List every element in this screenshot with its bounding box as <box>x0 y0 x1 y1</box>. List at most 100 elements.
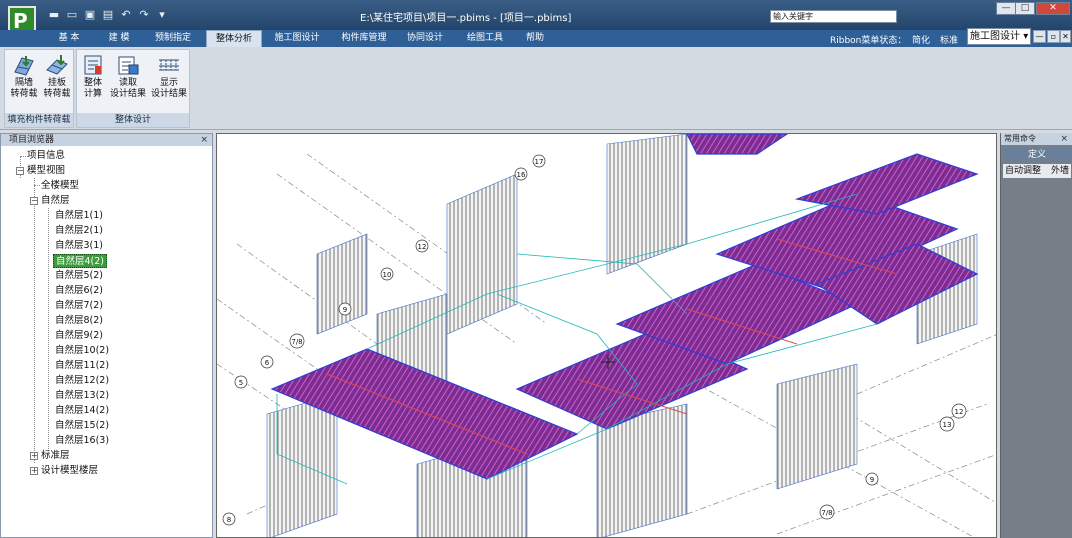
compute-icon <box>84 55 102 75</box>
close-icon[interactable]: × <box>1060 133 1068 145</box>
collapse-icon[interactable]: − <box>30 197 38 205</box>
tree-node-model-view[interactable]: 模型视图 <box>27 164 65 178</box>
tab-component-library[interactable]: 构件库管理 <box>336 30 392 47</box>
collapse-icon[interactable]: − <box>16 167 24 175</box>
group-fill-load: 隔墙 转荷载 挂板 转荷载 填充构件转荷载 <box>4 49 74 128</box>
minimize-button[interactable]: — <box>996 2 1016 15</box>
compute-button[interactable]: 整体 计算 <box>79 54 107 100</box>
tab-modeling[interactable]: 建 模 <box>100 30 138 47</box>
tree-node-full-model[interactable]: 全楼模型 <box>41 179 79 193</box>
axis-bubble: 6 <box>260 355 274 369</box>
tab-help[interactable]: 帮助 <box>518 30 552 47</box>
ribbon-standard-option[interactable]: 标准 <box>940 33 958 46</box>
wall-load-label1: 隔墙 <box>14 78 33 88</box>
wall-load-icon <box>14 56 34 76</box>
panel-load-icon <box>46 55 68 75</box>
tree-node-floor[interactable]: 自然层9(2) <box>55 329 103 343</box>
axis-label: 9 <box>343 306 347 314</box>
group-overall-design: 整体 计算 读取 设计结果 显示 设计结果 整体设计 <box>76 49 190 128</box>
ribbon-minimize-button[interactable]: — <box>1033 30 1046 43</box>
axis-bubble: 9 <box>865 472 879 486</box>
tree-node-floor[interactable]: 自然层6(2) <box>55 284 103 298</box>
axis-label: 17 <box>535 158 544 166</box>
open-icon[interactable]: ▭ <box>66 9 78 21</box>
wall-load-button[interactable]: 隔墙 转荷载 <box>8 54 40 100</box>
project-browser-title: 项目浏览器 <box>9 135 55 145</box>
exterior-wall-command[interactable]: 外墙 <box>1051 164 1069 178</box>
tree-node-floor[interactable]: 自然层13(2) <box>55 389 109 403</box>
ribbon-restore-button[interactable]: ▫ <box>1047 30 1060 43</box>
expand-icon[interactable]: + <box>30 452 38 460</box>
tab-construction-drawing[interactable]: 施工图设计 <box>266 30 328 47</box>
tree-node-floor[interactable]: 自然层5(2) <box>55 269 103 283</box>
model-viewport[interactable]: 17 16 12 10 9 7/8 6 5 12 13 9 7/8 8 <box>216 133 997 538</box>
tree-node-floor[interactable]: 自然层8(2) <box>55 314 103 328</box>
show-result-icon <box>159 59 179 71</box>
tree-node-natural-floors[interactable]: 自然层 <box>41 194 70 208</box>
tab-drawing-tools[interactable]: 绘图工具 <box>458 30 512 47</box>
wall-load-label2: 转荷载 <box>10 89 38 99</box>
tree-node-floor[interactable]: 自然层15(2) <box>55 419 109 433</box>
search-input[interactable]: 输入关键字 <box>770 10 897 23</box>
tree-connector <box>34 178 35 463</box>
ribbon-close-button[interactable]: ✕ <box>1060 30 1071 43</box>
expand-icon[interactable]: + <box>30 467 38 475</box>
print-icon[interactable]: ▤ <box>102 9 114 21</box>
read-result-label2: 设计结果 <box>109 89 146 99</box>
tree-node-floor[interactable]: 自然层16(3) <box>55 434 109 448</box>
axis-bubble: 16 <box>514 167 528 181</box>
tree-node-floor[interactable]: 自然层2(1) <box>55 224 103 238</box>
show-result-button[interactable]: 显示 设计结果 <box>149 54 189 100</box>
axis-label: 6 <box>265 359 270 367</box>
axis-label: 7/8 <box>821 509 832 517</box>
axis-label: 7/8 <box>291 338 302 346</box>
new-icon[interactable]: ▬ <box>48 9 60 21</box>
axis-label: 10 <box>383 271 392 279</box>
save-icon[interactable]: ▣ <box>84 9 96 21</box>
axis-bubble: 7/8 <box>819 504 835 520</box>
tree-connector <box>20 156 26 157</box>
tree-node-floor[interactable]: 自然层1(1) <box>55 209 103 223</box>
tab-collaboration[interactable]: 协同设计 <box>400 30 450 47</box>
show-result-label1: 显示 <box>159 78 178 88</box>
tree-node-floor[interactable]: 自然层12(2) <box>55 374 109 388</box>
maximize-button[interactable]: □ <box>1015 2 1035 15</box>
tab-precast[interactable]: 预制指定 <box>148 30 198 47</box>
tree-node-standard-floors[interactable]: 标准层 <box>41 449 70 463</box>
read-result-icon <box>118 56 139 75</box>
window-title: E:\某住宅项目\项目一.pbims - [项目一.pbims] <box>360 13 572 24</box>
undo-icon[interactable]: ↶ <box>120 9 132 21</box>
tab-analysis[interactable]: 整体分析 <box>206 30 262 47</box>
tree-node-floor[interactable]: 自然层10(2) <box>55 344 109 358</box>
ribbon-simple-option[interactable]: 简化 <box>912 33 930 46</box>
redo-icon[interactable]: ↷ <box>138 9 150 21</box>
tree-node-floor[interactable]: 自然层3(1) <box>55 239 103 253</box>
axis-label: 13 <box>943 421 952 429</box>
tree-node-floor[interactable]: 自然层11(2) <box>55 359 109 373</box>
compute-label1: 整体 <box>83 78 102 88</box>
tab-basic[interactable]: 基 本 <box>50 30 88 47</box>
tree-connector <box>48 208 49 455</box>
tree-node-design-model-floors[interactable]: 设计模型楼层 <box>41 464 98 478</box>
title-bar: P ▬ ▭ ▣ ▤ ↶ ↷ ▾ E:\某住宅项目\项目一.pbims - [项目… <box>0 0 1072 36</box>
tree-node-floor[interactable]: 自然层7(2) <box>55 299 103 313</box>
ribbon-panel: 隔墙 转荷载 挂板 转荷载 填充构件转荷载 整体 计算 读取 设计结果 显示 设… <box>0 47 1072 130</box>
tree-connector <box>34 185 40 186</box>
tree-node-floor-selected[interactable]: 自然层4(2) <box>53 254 108 268</box>
panel-load-button[interactable]: 挂板 转荷载 <box>41 54 73 100</box>
mode-select[interactable]: 施工图设计 ▾ <box>967 28 1031 45</box>
tree-node-project-info[interactable]: 项目信息 <box>27 149 65 163</box>
close-icon[interactable]: × <box>200 134 208 146</box>
read-result-button[interactable]: 读取 设计结果 <box>107 54 149 100</box>
common-commands-title: 常用命令 <box>1004 134 1036 143</box>
app-window: P ▬ ▭ ▣ ▤ ↶ ↷ ▾ E:\某住宅项目\项目一.pbims - [项目… <box>0 0 1072 538</box>
tree-node-floor[interactable]: 自然层14(2) <box>55 404 109 418</box>
close-button[interactable]: ✕ <box>1036 2 1070 15</box>
define-button[interactable]: 定义 <box>1003 148 1071 162</box>
model-3d-canvas[interactable]: 17 16 12 10 9 7/8 6 5 12 13 9 7/8 8 <box>217 134 997 538</box>
auto-adjust-command[interactable]: 自动调整 <box>1005 164 1041 178</box>
customize-icon[interactable]: ▾ <box>156 9 168 21</box>
axis-label: 12 <box>955 408 964 416</box>
project-browser-header: 项目浏览器 × <box>1 134 212 146</box>
command-row: 自动调整 外墙 <box>1003 164 1071 178</box>
